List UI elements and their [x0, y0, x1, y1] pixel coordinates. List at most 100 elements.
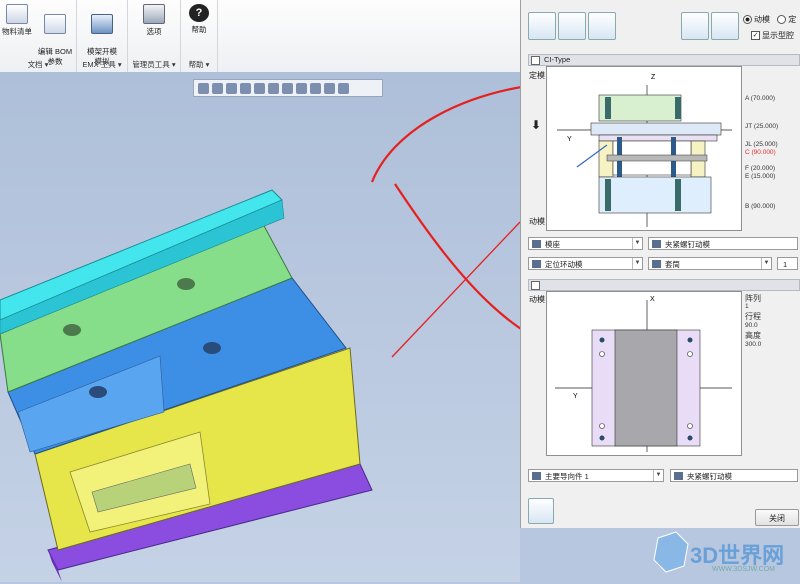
ribbon-group-help: ? 帮助 帮助 ▾ — [181, 0, 218, 72]
combo-value: 主要导向件 1 — [545, 472, 589, 481]
chevron-down-icon[interactable]: ▼ — [653, 470, 663, 481]
radio-fixed-label: 定 — [788, 15, 797, 24]
ribbon-group-emx-tools: 模架开模 模拟 EMX 工具 ▾ — [77, 0, 128, 72]
fixed-half-label: 定模 — [529, 71, 545, 80]
mold-plan-drawing: X Y — [546, 291, 742, 456]
guide-pin-hole — [89, 386, 107, 398]
bom-button[interactable]: 物料清单 — [0, 4, 34, 37]
preview-button[interactable] — [711, 12, 739, 40]
guide-pin-hole — [177, 278, 195, 290]
ribbon-group-label: 帮助 ▾ — [188, 60, 210, 69]
axis-y-label: Y — [567, 136, 572, 143]
section-header-2[interactable] — [528, 279, 800, 291]
bushing-icon — [652, 260, 661, 268]
save-assembly-button[interactable] — [558, 12, 586, 40]
checkbox-box[interactable]: ✓ — [751, 31, 760, 41]
moving-half-label: 动模 — [529, 217, 545, 226]
clamp-screw-combo[interactable]: 夹紧螺钉动模 — [648, 237, 798, 250]
axis-x-label: X — [650, 296, 655, 303]
dim-stroke-value[interactable]: 90.0 — [745, 322, 758, 329]
spin-center-icon[interactable] — [324, 82, 335, 94]
zoom-out-icon[interactable] — [226, 82, 237, 94]
quantity-field[interactable]: 1 — [777, 257, 798, 270]
screw-icon — [652, 240, 661, 248]
ribbon-group-label: 文档 ▾ — [27, 60, 49, 69]
options-label: 选项 — [146, 27, 162, 36]
collapse-icon[interactable] — [531, 56, 540, 65]
close-button[interactable]: 关闭 — [755, 509, 799, 526]
collapse-icon[interactable] — [531, 281, 540, 290]
moving-half-label-2: 动模 — [529, 295, 545, 304]
combo-value: 模座 — [545, 240, 560, 249]
saved-views-icon[interactable] — [268, 82, 279, 94]
chevron-down-icon[interactable]: ▼ — [761, 258, 771, 269]
dim-f[interactable]: F (20.000) — [745, 165, 775, 172]
zoom-fit-icon[interactable] — [198, 82, 209, 94]
section-header-ci-type[interactable]: CI-Type — [528, 54, 800, 66]
guide-pin-hole — [63, 324, 81, 336]
perspective-icon[interactable] — [296, 82, 307, 94]
clamp-screw-combo-2[interactable]: 夹紧螺钉动模 — [670, 469, 798, 482]
arrow-down-icon[interactable]: ⬇ — [531, 118, 541, 132]
combo-value: 定位环动模 — [545, 260, 583, 269]
radio-moving-label: 动模 — [754, 15, 770, 24]
help-button[interactable]: ? 帮助 — [185, 4, 213, 35]
ribbon-group-label: 管理员工具 ▾ — [132, 60, 176, 69]
plate-icon — [532, 240, 541, 248]
combo-value: 夹紧螺钉动模 — [665, 240, 710, 249]
side-radio-group[interactable]: 动模 定 — [743, 14, 796, 25]
radio-fixed-half[interactable] — [777, 15, 787, 25]
red-annotation-ellipse — [370, 80, 792, 365]
component-settings-button[interactable] — [528, 498, 554, 524]
combo-value: 套筒 — [665, 260, 680, 269]
axis-y-label-2: Y — [573, 393, 578, 400]
orient-icon[interactable] — [254, 82, 265, 94]
chevron-down-icon[interactable]: ▼ — [632, 258, 642, 269]
bushing-combo[interactable]: 套筒 ▼ — [648, 257, 772, 270]
help-label: 帮助 — [191, 25, 207, 34]
options-button[interactable]: 选项 — [138, 4, 170, 37]
chevron-down-icon[interactable]: ▼ — [632, 238, 642, 249]
view-toolbar — [193, 79, 383, 97]
red-annotation-line — [391, 221, 521, 358]
open-assembly-button[interactable] — [528, 12, 556, 40]
datum-display-icon[interactable] — [310, 82, 321, 94]
show-cavity-checkbox[interactable]: ✓ 显示型腔 — [751, 30, 794, 41]
edit-bom-icon — [44, 14, 66, 34]
radio-moving-half[interactable] — [743, 15, 752, 25]
main-guide-combo[interactable]: 主要导向件 1 ▼ — [528, 469, 664, 482]
dim-e[interactable]: E (15.000) — [745, 173, 775, 180]
help-icon: ? — [189, 4, 209, 22]
dim-b[interactable]: B (90.000) — [745, 203, 775, 210]
bom-icon — [6, 4, 28, 24]
guide-pin-hole — [203, 342, 221, 354]
repaint-icon[interactable] — [240, 82, 251, 94]
mold-plan-view: X Y — [555, 296, 732, 452]
show-cavity-label: 显示型腔 — [762, 31, 794, 40]
combo-value: 夹紧螺钉动模 — [687, 472, 732, 481]
ribbon-group-document: 物料清单 编辑 BOM 参数 文档 ▾ — [0, 0, 77, 72]
load-assembly-button[interactable] — [588, 12, 616, 40]
ribbon-group-label: EMX 工具 ▾ — [82, 60, 122, 69]
options-icon — [143, 4, 165, 24]
annotation-display-icon[interactable] — [338, 82, 349, 94]
model-viewport[interactable] — [0, 72, 792, 582]
quantity-value: 1 — [783, 260, 788, 269]
locating-ring-combo[interactable]: 定位环动模 ▼ — [528, 257, 643, 270]
dim-c[interactable]: C (90.000) — [745, 149, 776, 156]
dim-jl[interactable]: JL (25.000) — [745, 141, 778, 148]
mold-cross-section: Z Y — [557, 74, 732, 227]
bom-label: 物料清单 — [2, 27, 32, 36]
display-style-icon[interactable] — [282, 82, 293, 94]
ring-icon — [532, 260, 541, 268]
dim-height-value[interactable]: 300.0 — [745, 341, 761, 348]
mold-base-combo[interactable]: 模座 ▼ — [528, 237, 643, 250]
zoom-in-icon[interactable] — [212, 82, 223, 94]
dim-jt[interactable]: JT (25.000) — [745, 123, 778, 130]
dim-a[interactable]: A (70.000) — [745, 95, 775, 102]
section-title: CI-Type — [544, 55, 571, 64]
watermark-url: WWW.3DSJW.COM — [712, 566, 775, 573]
component-status-button[interactable] — [681, 12, 709, 40]
mold-base-panel: 动模 定 ✓ 显示型腔 CI-Type 定模 动模 ⬇ Z Y A (70.00… — [520, 0, 800, 528]
dim-array-value[interactable]: 1 — [745, 303, 749, 310]
